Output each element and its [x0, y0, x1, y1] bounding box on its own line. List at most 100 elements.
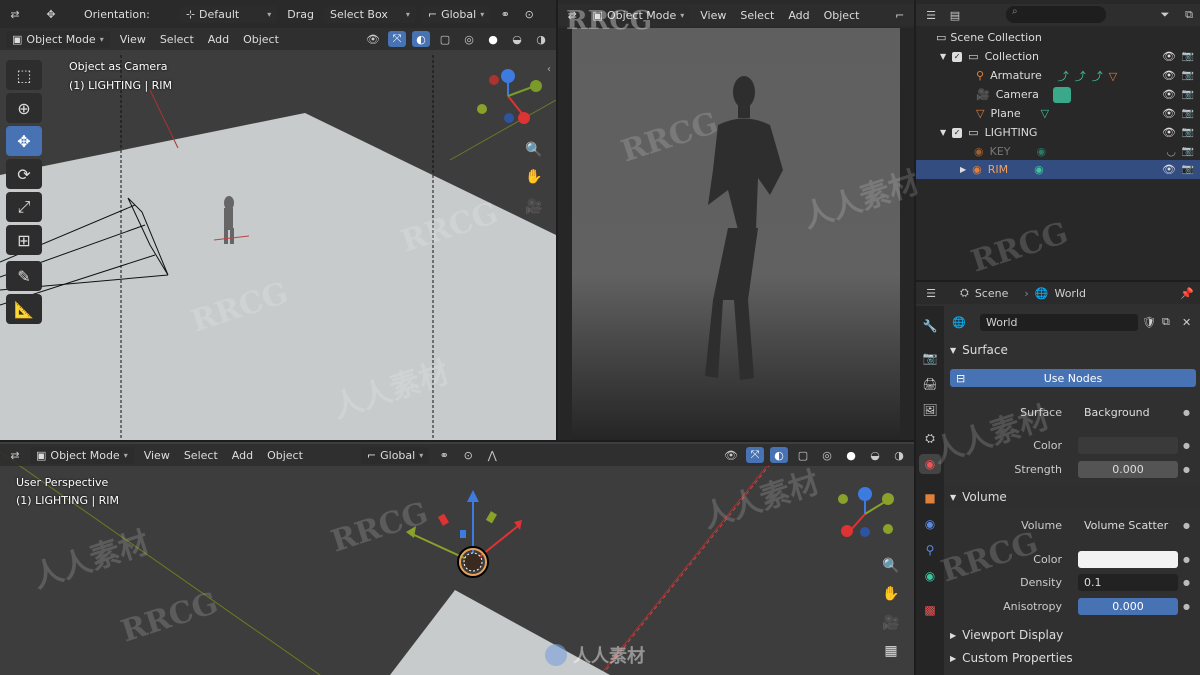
viewport2-mode-dropdown[interactable]: ▣ Object Mode ▾: [586, 6, 691, 24]
use-nodes-button[interactable]: ⊟ Use Nodes: [950, 369, 1196, 387]
gizmo-toggle-icon[interactable]: ⤧: [388, 31, 406, 47]
outliner-item-collection[interactable]: ▼ ✓ ▭ Collection 👁 📷: [916, 47, 1200, 66]
eye-closed-icon[interactable]: ◡: [1166, 145, 1176, 158]
output-tab-icon[interactable]: 🖨: [919, 374, 941, 394]
viewport3-mode-dropdown[interactable]: ▣ Object Mode ▾: [30, 446, 134, 464]
custom-properties-section[interactable]: ▶ Custom Properties: [944, 647, 1200, 669]
anisotropy-field[interactable]: 0.000: [1078, 597, 1178, 615]
outliner-item-camera[interactable]: 🎥 Camera 👁 📷: [916, 85, 1200, 104]
sidebar-collapse-icon[interactable]: ‹: [547, 64, 551, 75]
measure-tool-icon[interactable]: 📐: [6, 294, 42, 324]
volume-value[interactable]: Volume Scatter: [1078, 517, 1178, 534]
move-tool-icon[interactable]: ✥: [6, 126, 42, 156]
camera-render-icon[interactable]: 📷: [1182, 108, 1194, 119]
global-icon[interactable]: ⌐: [891, 7, 908, 23]
world-tab-icon[interactable]: ◉: [919, 454, 941, 474]
camera-render-icon[interactable]: 📷: [1182, 89, 1194, 100]
zoom-icon[interactable]: 🔍: [880, 555, 902, 577]
pivot-icon[interactable]: ⚭: [435, 447, 453, 463]
camera-render-icon[interactable]: 📷: [1182, 146, 1194, 157]
snap-icon[interactable]: ⊙: [459, 447, 477, 463]
new-collection-icon[interactable]: ⧉: [1180, 7, 1198, 23]
camera-render-icon[interactable]: 📷: [1182, 164, 1194, 175]
xray-icon[interactable]: ▢: [794, 447, 812, 463]
volume-color-swatch[interactable]: [1078, 550, 1178, 568]
checkbox-icon[interactable]: ✓: [952, 51, 963, 62]
menu-object[interactable]: Object: [820, 7, 864, 24]
outliner-item-rim[interactable]: ▶ ◉ RIM ◉ 👁 📷: [916, 160, 1200, 179]
render-tab-icon[interactable]: 📷: [919, 348, 941, 368]
transform-tool-icon[interactable]: ⊞: [6, 225, 42, 255]
menu-select[interactable]: Select: [180, 447, 222, 464]
gizmo-toggle-icon[interactable]: ⤧: [746, 447, 764, 463]
eye-icon[interactable]: 👁: [1162, 107, 1176, 120]
camera-view-icon[interactable]: 🎥: [523, 196, 545, 218]
volume-section-header[interactable]: ▼ Volume: [944, 486, 1200, 508]
overlay-toggle-icon[interactable]: ◐: [770, 447, 788, 463]
menu-view[interactable]: View: [140, 447, 174, 464]
menu-view[interactable]: View: [116, 31, 150, 48]
outliner-search-input[interactable]: ⌕: [1006, 6, 1106, 23]
camera-render-icon[interactable]: 📷: [1182, 127, 1194, 138]
eye-icon[interactable]: 👁: [1162, 50, 1176, 63]
view-layer-tab-icon[interactable]: 🖼: [919, 400, 941, 420]
world-breadcrumb-label[interactable]: World: [1054, 287, 1086, 300]
eye-icon[interactable]: 👁: [1162, 69, 1176, 82]
rendered-shading-icon[interactable]: ◑: [532, 31, 550, 47]
physics-tab-icon[interactable]: ◉: [919, 514, 941, 534]
visibility-icon[interactable]: 👁: [722, 447, 740, 463]
solid-shading-icon[interactable]: ●: [842, 447, 860, 463]
rotate-tool-icon[interactable]: ⟳: [6, 159, 42, 189]
rendered-shading-icon[interactable]: ◑: [890, 447, 908, 463]
display-mode-icon[interactable]: ▤: [946, 7, 964, 23]
transform-space-dropdown[interactable]: ⌐ Global ▾: [421, 5, 491, 23]
xray-icon[interactable]: ▢: [436, 31, 454, 47]
outliner-item-lighting[interactable]: ▼ ✓ ▭ LIGHTING 👁 📷: [916, 123, 1200, 142]
viewport3-transform-space[interactable]: ⌐ Global ▾: [360, 446, 430, 464]
world-icon[interactable]: 🌐: [952, 316, 966, 329]
pan-hand-icon[interactable]: ✋: [880, 583, 902, 605]
cursor-tool-icon[interactable]: ⊕: [6, 93, 42, 123]
viewport-render[interactable]: [558, 0, 914, 440]
editor-type-icon[interactable]: ⇄: [6, 6, 24, 22]
dot-icon[interactable]: ●: [1183, 521, 1190, 530]
menu-add[interactable]: Add: [228, 447, 257, 464]
overlay-toggle-icon[interactable]: ◐: [412, 31, 430, 47]
orientation-dropdown[interactable]: ⊹ Default ▾: [179, 5, 278, 23]
strength-field[interactable]: 0.000: [1078, 460, 1178, 478]
outliner-item-key[interactable]: ◉ KEY ◉ ◡ 📷: [916, 142, 1200, 161]
move-icon[interactable]: ✥: [42, 6, 60, 22]
eye-icon[interactable]: 👁: [1162, 88, 1176, 101]
menu-add[interactable]: Add: [784, 7, 813, 24]
constraints-tab-icon[interactable]: ⚲: [919, 540, 941, 560]
dot-icon[interactable]: ●: [1183, 465, 1190, 474]
viewport-perspective[interactable]: [0, 442, 914, 675]
select-tool-icon[interactable]: ⬚: [6, 60, 42, 90]
surface-section-header[interactable]: ▼ Surface: [944, 339, 1200, 361]
unlink-icon[interactable]: ✕: [1182, 316, 1191, 329]
editor-type-icon[interactable]: ⇄: [6, 447, 24, 463]
material-shading-icon[interactable]: ◒: [866, 447, 884, 463]
outliner-item-plane[interactable]: ▽ Plane ▽ 👁 📷: [916, 104, 1200, 123]
texture-tab-icon[interactable]: ▩: [919, 600, 941, 620]
dot-icon[interactable]: ●: [1183, 555, 1190, 564]
wireframe-shading-icon[interactable]: ◎: [460, 31, 478, 47]
fake-user-icon[interactable]: 🛡: [1142, 316, 1156, 329]
eye-icon[interactable]: 👁: [1162, 126, 1176, 139]
tool-tab-icon[interactable]: 🔧: [919, 316, 941, 336]
menu-select[interactable]: Select: [736, 7, 778, 24]
object-tab-icon[interactable]: ■: [919, 488, 941, 508]
grid-view-icon[interactable]: ▦: [880, 640, 902, 662]
viewport-display-section[interactable]: ▶ Viewport Display: [944, 624, 1200, 646]
object-data-tab-icon[interactable]: ◉: [919, 566, 941, 586]
dot-icon[interactable]: ●: [1183, 408, 1190, 417]
drag-dropdown[interactable]: Select Box ▾: [323, 5, 416, 23]
menu-add[interactable]: Add: [204, 31, 233, 48]
eye-icon[interactable]: 👁: [1162, 163, 1176, 176]
viewport1-mode-dropdown[interactable]: ▣ Object Mode ▾: [6, 30, 110, 48]
wireframe-shading-icon[interactable]: ◎: [818, 447, 836, 463]
pivot-icon[interactable]: ⚭: [496, 6, 514, 22]
outliner-scene-collection[interactable]: ▭ Scene Collection: [916, 28, 1200, 47]
scene-tab-icon[interactable]: ⛭: [919, 428, 941, 448]
pin-icon[interactable]: 📌: [1178, 285, 1196, 301]
